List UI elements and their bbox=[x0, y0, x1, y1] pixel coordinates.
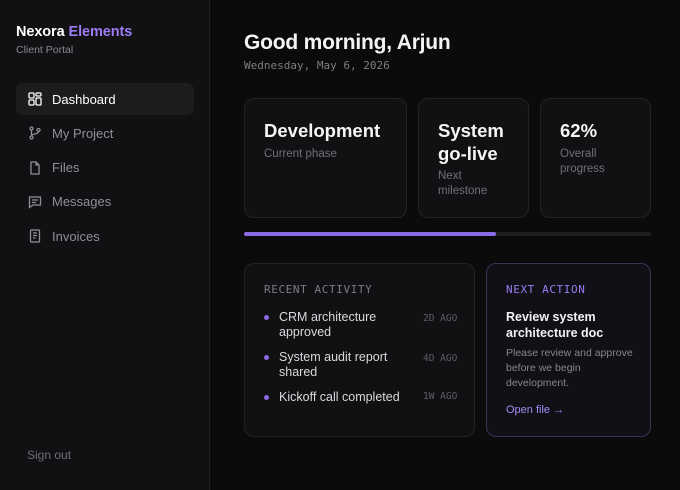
brand-name-accent: Elements bbox=[68, 24, 133, 40]
sidebar-item-label: Messages bbox=[52, 194, 112, 210]
stat-label-line: milestone bbox=[438, 184, 488, 197]
stat-label: Current phase bbox=[264, 148, 337, 160]
bullet-dot-icon bbox=[264, 395, 269, 400]
stat-label-line: Next bbox=[438, 170, 462, 182]
stat-card-progress: 62% Overall progress bbox=[540, 98, 651, 218]
stat-card-phase: Development Current phase bbox=[244, 98, 407, 218]
stat-label-line: progress bbox=[560, 162, 605, 175]
sidebar-item-messages[interactable]: Messages bbox=[16, 186, 194, 218]
recent-activity-card: RECENT ACTIVITY CRM architecture approve… bbox=[244, 263, 475, 437]
progress-bar bbox=[244, 232, 651, 236]
bullet-dot-icon bbox=[264, 355, 269, 360]
invoice-icon bbox=[28, 229, 42, 243]
sidebar-item-label: Files bbox=[52, 160, 80, 176]
stat-value: 62% bbox=[560, 120, 598, 141]
brand-subtitle: Client Portal bbox=[16, 44, 74, 56]
page-title: Good morning, Arjun bbox=[244, 31, 451, 54]
stat-label: Overall progress bbox=[560, 147, 605, 176]
next-action-title: Review system architecture doc bbox=[506, 310, 604, 340]
open-file-link[interactable]: Open file → bbox=[506, 404, 564, 416]
activity-text: System audit report shared bbox=[279, 350, 388, 379]
stat-value-line: go-live bbox=[438, 143, 498, 164]
dashboard-grid-icon bbox=[28, 92, 42, 106]
sidebar-item-label: My Project bbox=[52, 125, 114, 141]
progress-bar-fill bbox=[244, 232, 497, 236]
sidebar-item-dashboard[interactable]: Dashboard bbox=[16, 83, 194, 115]
stat-value-line: System bbox=[438, 120, 504, 141]
next-action-heading: NEXT ACTION bbox=[506, 283, 586, 296]
sidebar-item-label: Dashboard bbox=[52, 91, 116, 107]
next-action-description: Please review and approve before we begi… bbox=[506, 347, 633, 389]
stat-label-line: Overall bbox=[560, 148, 597, 160]
sidebar-item-label: Invoices bbox=[52, 228, 100, 244]
current-date: Wednesday, May 6, 2026 bbox=[244, 59, 390, 72]
activity-text: Kickoff call completed bbox=[279, 390, 400, 404]
activity-time: 4D AGO bbox=[423, 353, 458, 364]
git-branch-icon bbox=[28, 126, 42, 140]
brand-logo: Nexora Elements bbox=[16, 24, 132, 40]
recent-activity-heading: RECENT ACTIVITY bbox=[264, 283, 373, 296]
sidebar-item-invoices[interactable]: Invoices bbox=[16, 220, 194, 252]
activity-time: 1W AGO bbox=[423, 391, 458, 402]
sign-out-link[interactable]: Sign out bbox=[27, 448, 71, 462]
activity-text: CRM architecture approved bbox=[279, 310, 377, 339]
stat-value: System go-live bbox=[438, 119, 504, 165]
sidebar: Nexora Elements Client Portal Dashboard … bbox=[0, 0, 210, 490]
sidebar-item-files[interactable]: Files bbox=[16, 152, 194, 184]
sidebar-nav: Dashboard My Project Files Messages Invo… bbox=[16, 83, 194, 254]
stat-label: Next milestone bbox=[438, 169, 487, 198]
bullet-dot-icon bbox=[264, 315, 269, 320]
main-content: Good morning, Arjun Wednesday, May 6, 20… bbox=[211, 0, 680, 490]
next-action-card: NEXT ACTION Review system architecture d… bbox=[486, 263, 651, 437]
message-icon bbox=[28, 195, 42, 209]
stat-value: Development bbox=[264, 120, 381, 141]
activity-time: 2D AGO bbox=[423, 313, 458, 324]
file-icon bbox=[28, 160, 42, 175]
brand-name: Nexora bbox=[16, 24, 65, 40]
sidebar-item-my-project[interactable]: My Project bbox=[16, 117, 194, 149]
stat-card-milestone: System go-live Next milestone bbox=[418, 98, 529, 218]
